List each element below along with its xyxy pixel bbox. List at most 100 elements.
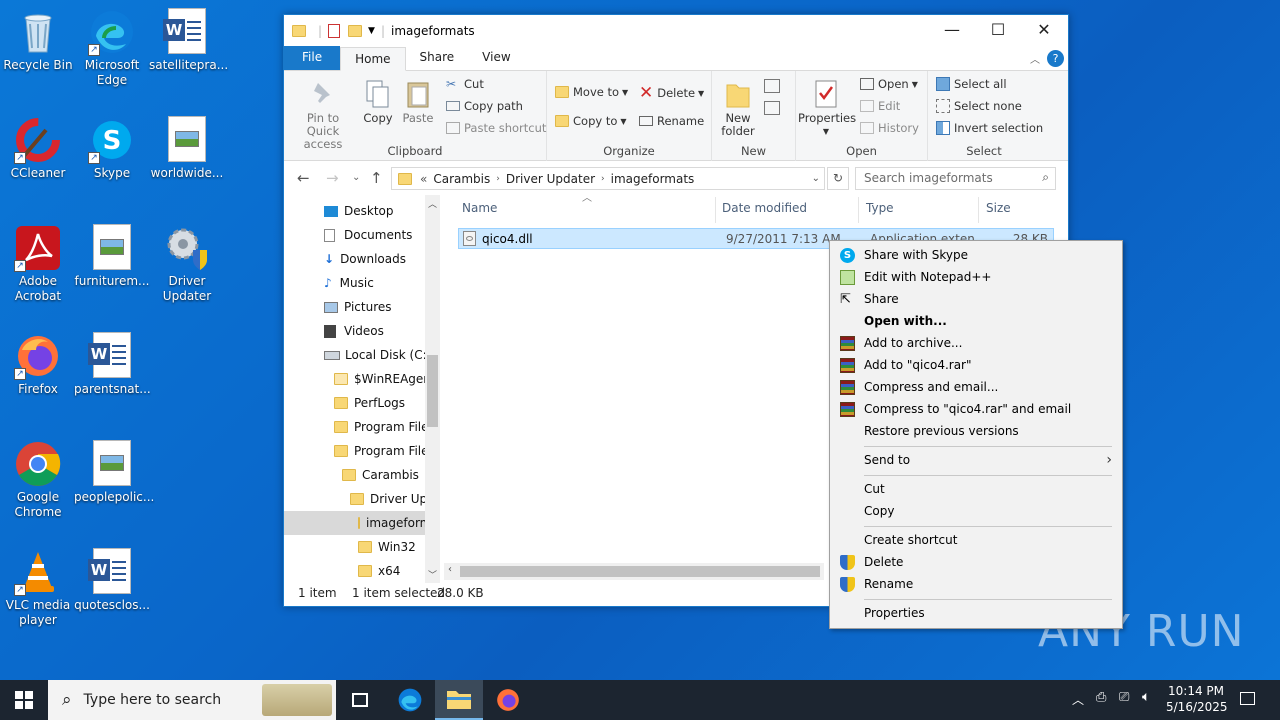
- taskbar-file-explorer-button[interactable]: [435, 680, 483, 720]
- tab-file[interactable]: File: [284, 46, 341, 70]
- device-icon[interactable]: ⎙: [1096, 690, 1106, 705]
- nav-pane-scrollbar[interactable]: ︿ ﹀: [425, 195, 440, 583]
- desktop-icon-driver-updater[interactable]: Driver Updater: [149, 224, 225, 304]
- nav-item-documents[interactable]: Documents: [324, 223, 412, 247]
- move-to-button[interactable]: Move to ▼: [555, 85, 628, 99]
- menu-item-open-with[interactable]: Open with...: [830, 310, 1122, 332]
- forward-arrow-icon[interactable]: →: [326, 169, 339, 187]
- menu-item-restore-previous-versions[interactable]: Restore previous versions: [830, 420, 1122, 442]
- horizontal-scrollbar-thumb[interactable]: [460, 566, 820, 577]
- desktop-icon-recycle-bin[interactable]: Recycle Bin: [0, 8, 76, 73]
- column-header-type[interactable]: Type: [866, 201, 894, 215]
- new-item-icon[interactable]: [764, 79, 780, 93]
- tab-view[interactable]: View: [468, 46, 524, 70]
- delete-button[interactable]: ✕ Delete ▼: [639, 83, 704, 103]
- context-menu[interactable]: S Share with Skype Edit with Notepad++ ⇱ S…: [829, 240, 1123, 629]
- paste-button[interactable]: Paste: [400, 79, 436, 125]
- menu-item-delete[interactable]: Delete: [830, 551, 1122, 573]
- desktop-icon-quotes-file[interactable]: W quotesclos...: [74, 548, 150, 613]
- column-header-size[interactable]: Size: [986, 201, 1011, 215]
- edit-button[interactable]: Edit: [860, 99, 900, 113]
- up-arrow-icon[interactable]: ↑: [370, 169, 383, 187]
- menu-item-share[interactable]: ⇱ Share: [830, 288, 1122, 310]
- maximize-button[interactable]: ☐: [975, 15, 1021, 45]
- scroll-down-icon[interactable]: ﹀: [428, 568, 437, 581]
- desktop-icon-people-file[interactable]: peoplepolic...: [74, 440, 154, 505]
- nav-item-pictures[interactable]: Pictures: [324, 295, 392, 319]
- desktop-icon-parents-file[interactable]: W parentsnat...: [74, 332, 151, 397]
- refresh-icon[interactable]: ↻: [827, 167, 849, 190]
- clock[interactable]: 10:14 PM 5/16/2025: [1166, 683, 1228, 715]
- menu-item-compress-and-email[interactable]: Compress and email...: [830, 376, 1122, 398]
- desktop-icon-worldwide-file[interactable]: worldwide...: [149, 116, 225, 181]
- easy-access-icon[interactable]: [764, 101, 780, 115]
- nav-scrollbar-thumb[interactable]: [427, 355, 438, 427]
- desktop-icon-satellite-file[interactable]: W satellitepra...: [149, 8, 228, 73]
- title-bar[interactable]: | ▼ | imageformats — ☐ ✕: [284, 15, 1068, 47]
- menu-item-add-to-rar[interactable]: Add to "qico4.rar": [830, 354, 1122, 376]
- desktop-icon-ccleaner[interactable]: ↗ CCleaner: [0, 116, 76, 181]
- scroll-left-icon[interactable]: ‹: [448, 564, 452, 575]
- collapse-ribbon-icon[interactable]: ︿: [1030, 51, 1040, 66]
- recent-locations-chevron-icon[interactable]: ⌄: [352, 172, 360, 183]
- select-none-button[interactable]: Select none: [936, 99, 1022, 113]
- select-all-button[interactable]: Select all: [936, 77, 1007, 91]
- taskbar-search-box[interactable]: ⌕ Type here to search: [48, 680, 336, 720]
- menu-item-compress-to-rar-and-email[interactable]: Compress to "qico4.rar" and email: [830, 398, 1122, 420]
- desktop-icon-google-chrome[interactable]: Google Chrome: [0, 440, 76, 520]
- column-divider[interactable]: [858, 197, 859, 223]
- nav-item-music[interactable]: ♪ Music: [324, 271, 374, 295]
- nav-item-local-disk[interactable]: Local Disk (C:): [324, 343, 431, 367]
- cut-button[interactable]: ✂ Cut: [446, 77, 484, 91]
- volume-icon[interactable]: 🔈︎: [1142, 689, 1150, 705]
- desktop-icon-furniture-file[interactable]: furniturem...: [74, 224, 150, 289]
- menu-item-add-to-archive[interactable]: Add to archive...: [830, 332, 1122, 354]
- nav-item-imageformats[interactable]: imageformats: [284, 511, 440, 535]
- column-header-date[interactable]: Date modified: [722, 201, 807, 215]
- task-view-button[interactable]: [336, 680, 384, 720]
- column-divider[interactable]: [978, 197, 979, 223]
- desktop-icon-adobe-acrobat[interactable]: ↗ Adobe Acrobat: [0, 224, 76, 304]
- nav-item-winreagent[interactable]: $WinREAgent: [334, 367, 436, 391]
- copy-to-button[interactable]: Copy to ▼: [555, 114, 627, 128]
- menu-item-send-to[interactable]: Send to ›: [830, 449, 1122, 471]
- desktop-icon-firefox[interactable]: ↗ Firefox: [0, 332, 76, 397]
- nav-item-driver-updater[interactable]: Driver Upd: [350, 487, 435, 511]
- properties-button[interactable]: Properties ▼: [798, 79, 856, 138]
- minimize-button[interactable]: —: [929, 15, 975, 45]
- quick-access-dropdown-icon[interactable]: ▼: [368, 26, 375, 36]
- open-button[interactable]: Open ▼: [860, 77, 918, 91]
- nav-item-program-files[interactable]: Program Files: [334, 415, 435, 439]
- history-button[interactable]: History: [860, 121, 919, 135]
- show-hidden-icons-chevron-icon[interactable]: ︿: [1072, 691, 1084, 708]
- desktop-icon-skype[interactable]: S ↗ Skype: [74, 116, 150, 181]
- help-icon[interactable]: ?: [1047, 50, 1064, 67]
- taskbar-firefox-button[interactable]: [484, 680, 532, 720]
- copy-button[interactable]: Copy: [360, 79, 396, 125]
- tab-home[interactable]: Home: [340, 47, 406, 71]
- nav-item-perflogs[interactable]: PerfLogs: [334, 391, 405, 415]
- column-header-name[interactable]: Name: [462, 201, 497, 215]
- menu-item-share-with-skype[interactable]: S Share with Skype: [830, 244, 1122, 266]
- close-button[interactable]: ✕: [1021, 15, 1067, 45]
- nav-item-x64[interactable]: x64: [358, 559, 400, 583]
- breadcrumb-overflow[interactable]: «: [420, 172, 427, 186]
- copy-path-button[interactable]: Copy path: [446, 99, 523, 113]
- nav-item-desktop[interactable]: Desktop: [324, 199, 394, 223]
- invert-selection-button[interactable]: Invert selection: [936, 121, 1043, 135]
- menu-item-cut[interactable]: Cut: [830, 478, 1122, 500]
- column-divider[interactable]: [715, 197, 716, 223]
- start-button[interactable]: [0, 680, 48, 720]
- nav-item-program-files-x86[interactable]: Program Files: [334, 439, 435, 463]
- new-folder-quick-icon[interactable]: [348, 25, 363, 37]
- pin-to-quick-access-button[interactable]: Pin to Quick access: [290, 79, 356, 151]
- menu-item-edit-with-notepad[interactable]: Edit with Notepad++: [830, 266, 1122, 288]
- back-arrow-icon[interactable]: ←: [297, 169, 310, 187]
- search-input[interactable]: Search imageformats ⌕: [855, 167, 1056, 190]
- address-dropdown-icon[interactable]: ⌄: [812, 173, 820, 184]
- nav-item-carambis[interactable]: Carambis: [342, 463, 419, 487]
- menu-item-properties[interactable]: Properties: [830, 602, 1122, 624]
- desktop-icon-microsoft-edge[interactable]: ↗ Microsoft Edge: [74, 8, 150, 88]
- menu-item-copy[interactable]: Copy: [830, 500, 1122, 522]
- menu-item-create-shortcut[interactable]: Create shortcut: [830, 529, 1122, 551]
